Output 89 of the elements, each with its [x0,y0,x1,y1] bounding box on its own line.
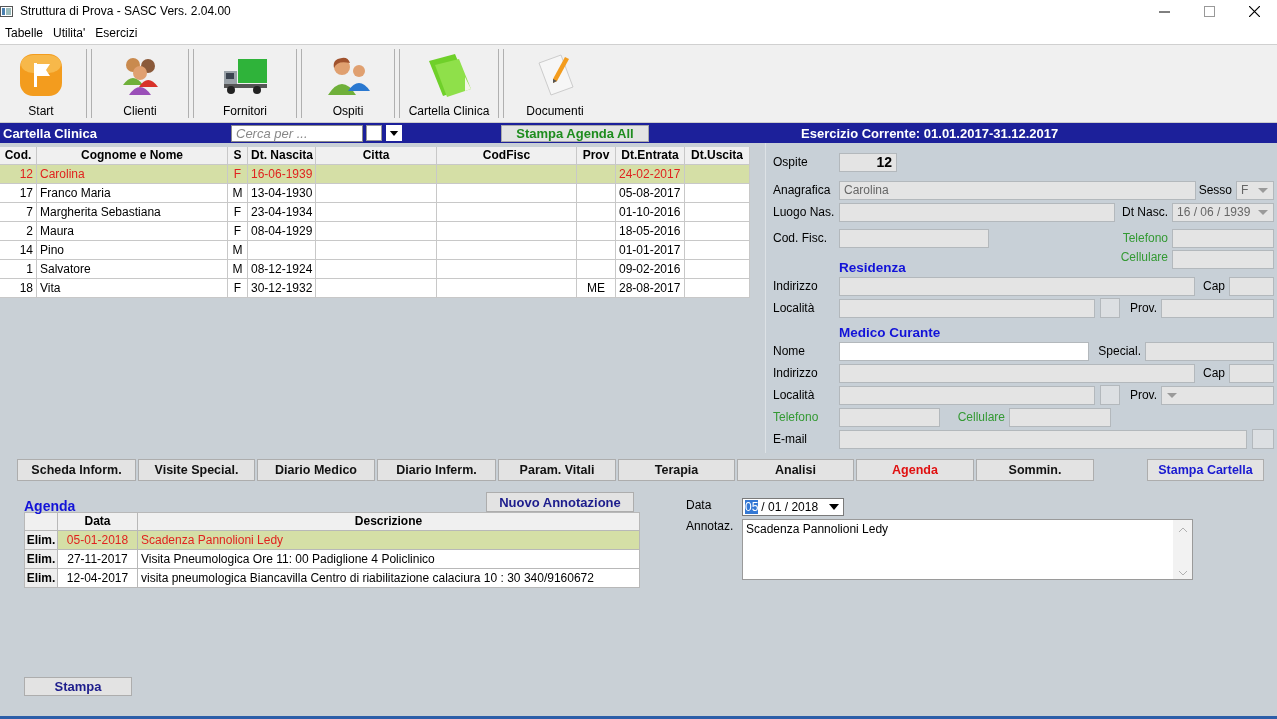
field-label: Cellulare [956,410,1006,424]
field-label: Località [773,301,816,315]
field-label: Luogo Nas. [773,205,836,219]
print-button[interactable]: Stampa [24,677,132,696]
table-row[interactable]: 1 Salvatore M 08-12-1924 09-02-2016 [0,260,750,279]
toolbar-button[interactable]: Fornitori [198,45,292,122]
lookup-button[interactable] [1252,429,1274,449]
table-cell: 12-04-2017 [58,569,138,588]
table-cell: F [228,279,248,298]
tab[interactable]: Diario Medico [257,459,375,481]
table-row[interactable]: Elim. 05-01-2018 Scadenza Pannolioni Ledy [24,531,640,550]
section-heading: Medico Curante [839,325,942,340]
table-row[interactable]: Elim. 27-11-2017 Visita Pneumologica Ore 11: 00 Padiglione 4 Policlinico [24,550,640,569]
tab[interactable]: Scheda Inform. [17,459,136,481]
window-title: Struttura di Prova - SASC Vers. 2.04.00 [20,4,231,18]
table-row[interactable]: 17 Franco Maria M 13-04-1930 05-08-2017 [0,184,750,203]
field-label: Cap [1202,279,1226,293]
flag-icon [17,51,65,99]
table-cell: 30-12-1932 [248,279,316,298]
menu-item[interactable]: Esercizi [90,26,143,40]
dropdown-button[interactable] [386,125,402,141]
field-label: Anagrafica [773,183,832,197]
table-cell: ME [577,279,616,298]
lookup-button[interactable] [1100,385,1120,405]
toolbar-button[interactable]: Clienti [96,45,184,122]
field-label: Cod. Fisc. [773,231,828,245]
menu-item[interactable]: Utilita' [48,26,91,40]
field-label: Data [686,498,713,512]
tab[interactable]: Analisi [737,459,854,481]
close-icon[interactable] [1249,5,1260,17]
caret-icon[interactable] [828,503,840,511]
checkbox[interactable] [366,125,382,141]
delete-button[interactable]: Elim. [24,531,58,550]
date-segment[interactable]: 05 [745,500,759,514]
table-cell: 28-08-2017 [616,279,685,298]
field-label: Sesso [1197,183,1233,197]
search-field[interactable]: Cerca per ... [231,124,363,142]
field-label: Indirizzo [773,279,819,293]
field-label: Indirizzo [773,366,819,380]
field-label: Ospite [773,155,809,169]
date-segment[interactable]: / 01 / 2018 [761,500,819,514]
field-label: Nome [773,344,806,358]
table-row[interactable]: 18 Vita F 30-12-1932 ME 28-08-2017 [0,279,750,298]
scrollbar[interactable] [1173,520,1192,579]
table-row[interactable]: 7 Margherita Sebastiana F 23-04-1934 01-10-2016 [0,203,750,222]
table-row[interactable]: 14 Pino M 01-01-2017 [0,241,750,260]
toolbar-button[interactable]: Ospiti [306,45,390,122]
field-label: Special. [1097,344,1142,358]
tab[interactable]: Sommin. [976,459,1094,481]
chevron-up-icon[interactable] [1177,526,1188,534]
tab[interactable]: Agenda [856,459,974,481]
text-field[interactable] [839,341,1089,361]
print-record-button[interactable]: Stampa Cartella [1147,459,1264,481]
field-label: Telefono [773,410,820,424]
maximize-icon[interactable] [1204,5,1215,17]
date-field[interactable]: 05 / 01 / 2018 [742,498,844,516]
menu-item[interactable]: Tabelle [0,26,49,40]
table-cell: 18 [0,279,37,298]
field-label: Telefono [1121,231,1169,245]
panel-title: Cartella Clinica [2,125,98,141]
caret-icon[interactable] [389,129,399,137]
field-label: Prov. [1128,301,1158,315]
table-cell: visita pneumologica Biancavilla Centro di riabilitazione calaciura 10 : 30 340/9160672 [138,569,640,588]
section-heading: Residenza [839,260,907,275]
field-label: E-mail [773,432,808,446]
field-label: Annotaz. [686,519,735,533]
section-heading: Agenda [24,498,76,514]
field-label: Cellulare [1119,250,1169,264]
field-label: Cap [1202,366,1226,380]
period-label: Esercizio Corrente: 01.01.2017-31.12.2017 [801,125,1059,141]
toolbar-button[interactable]: Cartella Clinica [404,45,494,122]
tab[interactable]: Terapia [618,459,735,481]
tab[interactable]: Visite Special. [138,459,255,481]
lookup-button[interactable] [1100,298,1120,318]
new-note-button[interactable]: Nuovo Annotazione [486,492,634,512]
field-label: Località [773,388,816,402]
delete-button[interactable]: Elim. [24,569,58,588]
tab[interactable]: Param. Vitali [498,459,616,481]
delete-button[interactable]: Elim. [24,550,58,569]
note-field[interactable]: Scadenza Pannolioni Ledy [742,519,1193,580]
chevron-down-icon[interactable] [1177,569,1188,577]
field-label: Prov. [1128,388,1158,402]
table-row[interactable]: Elim. 12-04-2017 visita pneumologica Biancavilla Centro di riabilitazione calaciura 10 : 30 340/9160672 [24,569,640,588]
toolbar-button[interactable]: Start [0,45,82,122]
toolbar-button[interactable]: Documenti [508,45,602,122]
table-cell: Vita [37,279,228,298]
table-row[interactable]: 2 Maura F 08-04-1929 18-05-2016 [0,222,750,241]
field-label: Dt Nasc. [1121,205,1169,219]
tab[interactable]: Diario Inferm. [377,459,496,481]
